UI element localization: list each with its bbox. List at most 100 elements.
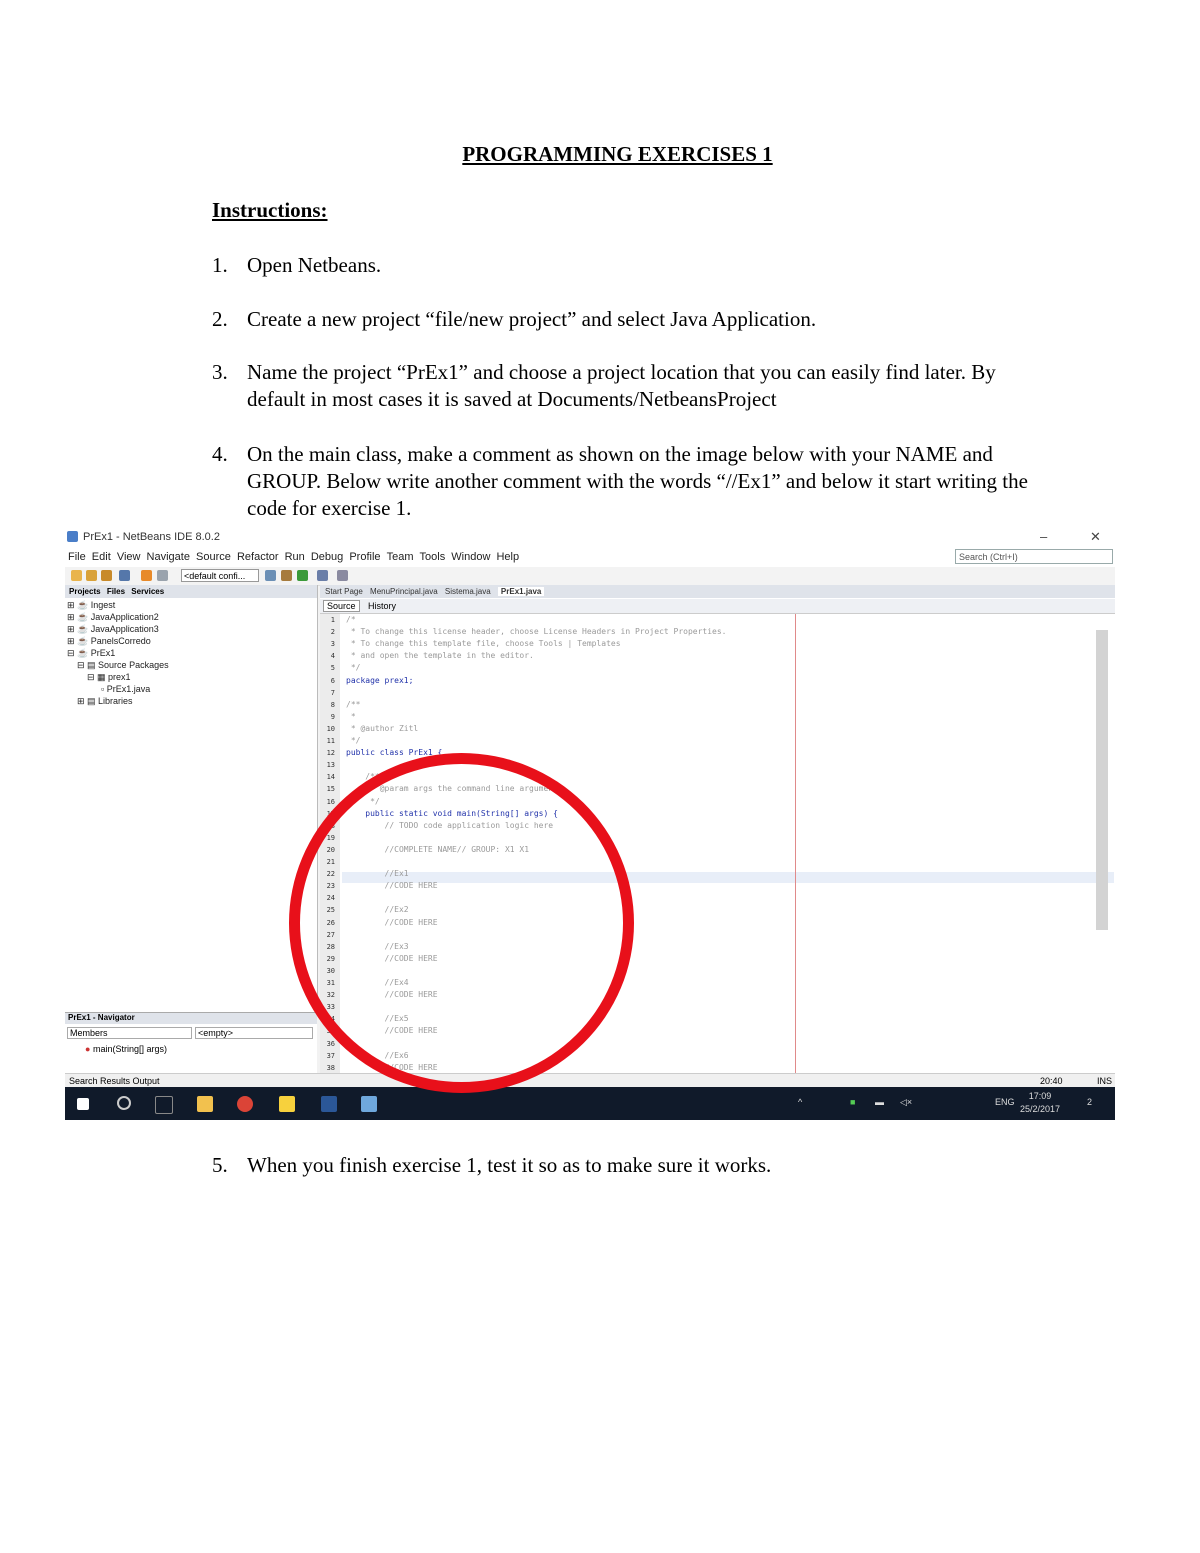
keyboard-lang[interactable]: ENG — [995, 1097, 1015, 1107]
menu-profile[interactable]: Profile — [349, 551, 380, 563]
code-line[interactable]: * and open the template in the editor. — [346, 651, 534, 660]
word-icon[interactable] — [321, 1096, 337, 1112]
menu-window[interactable]: Window — [451, 551, 490, 563]
line-number: 11 — [326, 737, 335, 745]
code-line[interactable]: * To change this license header, choose … — [346, 627, 727, 636]
tree-item-label: PanelsCorredo — [90, 636, 151, 646]
new-project-icon[interactable] — [86, 570, 97, 581]
task-view-icon[interactable] — [155, 1096, 173, 1114]
code-line[interactable]: package prex1; — [346, 676, 413, 685]
source-button[interactable]: Source — [323, 600, 360, 612]
ide-statusbar: Search Results Output 20:40 INS — [65, 1073, 1115, 1088]
code-line[interactable]: */ — [346, 663, 361, 672]
tab-files[interactable]: Files — [107, 587, 125, 596]
notification-badge[interactable]: 2 — [1087, 1097, 1092, 1107]
code-line[interactable]: /** — [346, 700, 360, 709]
tray-app-icon[interactable]: ■ — [850, 1097, 855, 1107]
tree-item[interactable]: ⊞ ▤ Libraries — [67, 695, 169, 707]
tab-services[interactable]: Services — [131, 587, 164, 596]
tree-item[interactable]: ⊞ ☕ JavaApplication3 — [67, 623, 169, 635]
project-tree: ⊞ ☕ Ingest ⊞ ☕ JavaApplication2 ⊞ ☕ Java… — [67, 599, 169, 707]
code-line[interactable]: * @author Zitl — [346, 724, 418, 733]
tab-sistema[interactable]: Sistema.java — [445, 587, 491, 596]
tab-menuprincipal[interactable]: MenuPrincipal.java — [370, 587, 438, 596]
save-all-icon[interactable] — [119, 570, 130, 581]
build-icon[interactable] — [265, 570, 276, 581]
volume-icon[interactable]: ◁× — [900, 1097, 912, 1108]
tree-item-label: JavaApplication3 — [90, 624, 159, 634]
menu-file[interactable]: File — [68, 551, 86, 563]
close-icon[interactable]: ✕ — [1090, 529, 1101, 545]
menu-team[interactable]: Team — [387, 551, 414, 563]
ide-toolbar: <default confi... — [65, 567, 1115, 586]
sticky-notes-icon[interactable] — [279, 1096, 295, 1112]
tree-item[interactable]: ⊟ ▦ prex1 — [67, 671, 169, 683]
editor-tabs: Start Page MenuPrincipal.java Sistema.ja… — [320, 585, 1115, 598]
menu-tools[interactable]: Tools — [420, 551, 446, 563]
line-number: 16 — [326, 797, 335, 806]
tab-projects[interactable]: Projects — [69, 587, 101, 596]
status-tabs[interactable]: Search Results Output — [69, 1076, 160, 1086]
tab-start-page[interactable]: Start Page — [325, 587, 363, 596]
tree-item-label: PrEx1 — [90, 648, 116, 658]
file-explorer-icon[interactable] — [197, 1096, 213, 1112]
tray-chevron-icon[interactable]: ^ — [798, 1097, 802, 1107]
run-icon[interactable] — [297, 570, 308, 581]
netbeans-taskbar-icon[interactable] — [361, 1096, 377, 1112]
menu-source[interactable]: Source — [196, 551, 231, 563]
search-icon[interactable] — [117, 1096, 131, 1110]
tree-item-label: Libraries — [98, 696, 133, 706]
editor-scrollbar[interactable] — [1096, 630, 1108, 930]
line-number: 10 — [326, 724, 335, 733]
config-select[interactable]: <default confi... — [181, 569, 259, 582]
menu-refactor[interactable]: Refactor — [237, 551, 279, 563]
chrome-icon[interactable] — [237, 1096, 253, 1112]
tree-item-label: PrEx1.java — [106, 684, 151, 694]
undo-icon[interactable] — [141, 570, 152, 581]
tree-item[interactable]: ⊟ ▤ Source Packages — [67, 659, 169, 671]
ide-search-input[interactable]: Search (Ctrl+I) — [955, 549, 1113, 564]
menu-debug[interactable]: Debug — [311, 551, 343, 563]
insert-mode: INS — [1097, 1076, 1113, 1086]
menu-edit[interactable]: Edit — [92, 551, 111, 563]
document-title: PROGRAMMING EXERCISES 1 — [462, 142, 773, 166]
tab-prex1[interactable]: PrEx1.java — [497, 587, 545, 596]
item-number: 3. — [212, 360, 228, 384]
members-select[interactable]: Members — [67, 1027, 192, 1039]
minimize-icon[interactable]: – — [1040, 529, 1047, 544]
history-button[interactable]: History — [365, 601, 399, 611]
taskbar-clock[interactable]: 17:09 25/2/2017 — [1020, 1090, 1060, 1116]
item-text: Name the project “PrEx1” and choose a pr… — [247, 360, 996, 411]
filter-select[interactable]: <empty> — [195, 1027, 313, 1039]
tree-item-label: Ingest — [90, 600, 116, 610]
line-number: 3 — [330, 640, 335, 649]
windows-start-icon[interactable] — [77, 1098, 89, 1110]
tree-item[interactable]: ⊞ ☕ Ingest — [67, 599, 169, 611]
menu-help[interactable]: Help — [496, 551, 519, 563]
tree-item-label: prex1 — [108, 672, 131, 682]
tree-item[interactable]: ▫ PrEx1.java — [67, 683, 169, 695]
code-line[interactable]: * To change this template file, choose T… — [346, 639, 621, 648]
code-line[interactable]: */ — [346, 736, 361, 745]
menu-navigate[interactable]: Navigate — [147, 551, 190, 563]
tree-item[interactable]: ⊟ ☕ PrEx1 — [67, 647, 169, 659]
code-line[interactable]: * — [346, 712, 356, 721]
new-file-icon[interactable] — [71, 570, 82, 581]
network-icon[interactable]: ▬ — [875, 1097, 884, 1107]
line-number: 5 — [330, 664, 335, 673]
item-text: Open Netbeans. — [247, 253, 382, 277]
tree-item[interactable]: ⊞ ☕ JavaApplication2 — [67, 611, 169, 623]
code-line[interactable]: /* — [346, 615, 356, 624]
menu-run[interactable]: Run — [285, 551, 305, 563]
menu-view[interactable]: View — [117, 551, 141, 563]
debug-icon[interactable] — [317, 570, 328, 581]
profile-icon[interactable] — [337, 570, 348, 581]
editor-toolbar: Source History — [320, 599, 1115, 614]
tree-item-label: Source Packages — [98, 660, 169, 670]
open-project-icon[interactable] — [101, 570, 112, 581]
tree-item[interactable]: ⊞ ☕ PanelsCorredo — [67, 635, 169, 647]
redo-icon[interactable] — [157, 570, 168, 581]
clock-date: 25/2/2017 — [1020, 1104, 1061, 1114]
navigator-member-main[interactable]: ● main(String[] args) — [85, 1043, 195, 1055]
clean-build-icon[interactable] — [281, 570, 292, 581]
